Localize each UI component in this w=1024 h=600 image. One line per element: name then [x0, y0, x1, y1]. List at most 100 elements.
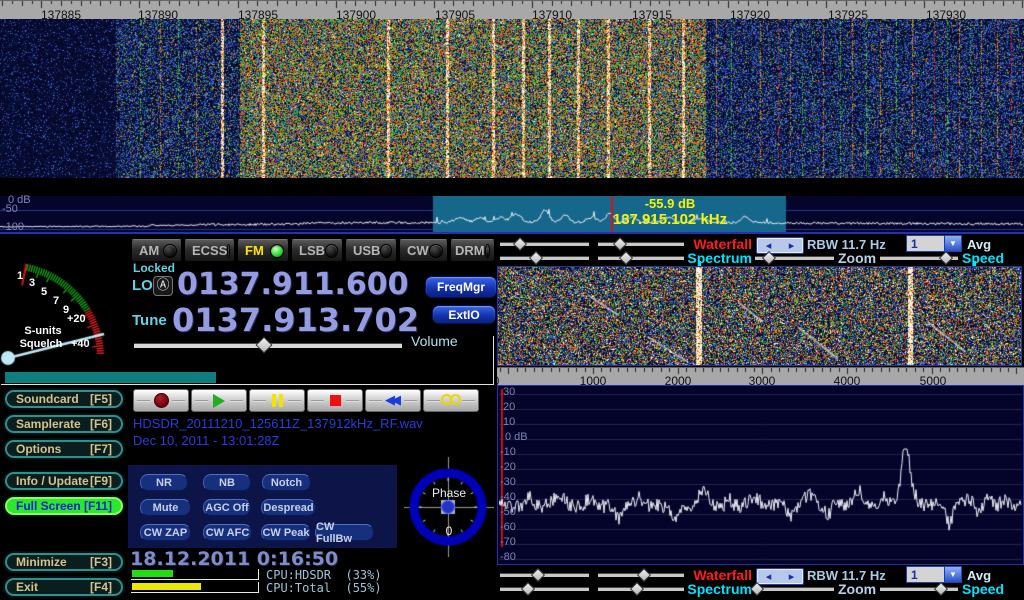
pause-button[interactable] — [249, 389, 305, 412]
fkey-label: [F7] — [90, 442, 112, 456]
zoom-spectrum-display[interactable] — [499, 387, 1022, 563]
top-waterfall-brightness-slider[interactable] — [500, 238, 589, 249]
mute-button[interactable]: Mute — [140, 499, 191, 516]
main-waterfall-display[interactable] — [0, 0, 1024, 178]
main-frequency-scale[interactable]: 137885 137890 137895 137900 137905 13791… — [0, 0, 1024, 19]
nb-button[interactable]: NB — [203, 474, 251, 491]
loop-button[interactable] — [423, 389, 479, 412]
freqmgr-button[interactable]: FreqMgr — [425, 276, 497, 298]
info-update-button[interactable]: Info / Update[F9] — [5, 472, 123, 490]
freq-label: 2000 — [656, 374, 700, 385]
bottom-avg-dropdown[interactable]: 1 ▼ — [906, 566, 962, 583]
top-spectrum-contrast-slider[interactable] — [598, 252, 684, 263]
cw-peak-button[interactable]: CW Peak — [261, 524, 311, 541]
slider-thumb[interactable] — [630, 582, 644, 596]
button-label: Full Screen — [16, 499, 81, 513]
phase-title: Phase — [427, 486, 471, 500]
slider-thumb[interactable] — [637, 568, 651, 582]
slider-thumb[interactable] — [750, 582, 764, 596]
slider-thumb[interactable] — [529, 251, 543, 265]
button-label: Samplerate — [16, 417, 81, 431]
mode-lsb-button[interactable]: LSB — [291, 239, 343, 262]
slider-thumb[interactable] — [762, 251, 776, 265]
mode-fm-button[interactable]: FM — [237, 239, 289, 262]
mode-usb-button[interactable]: USB — [345, 239, 397, 262]
db-axis-label: 30 — [503, 386, 515, 398]
soundcard-button[interactable]: Soundcard[F5] — [5, 390, 123, 408]
cpu-hdsdr-text: CPU:HDSDR (33%) — [266, 568, 382, 582]
slider-thumb[interactable] — [934, 582, 948, 596]
exit-button[interactable]: Exit[F4] — [5, 578, 123, 596]
lo-lock-button[interactable]: Ⓐ — [153, 276, 173, 296]
bottom-speed-slider[interactable] — [880, 583, 958, 594]
notch-button[interactable]: Notch — [262, 474, 311, 491]
dropdown-arrow-icon[interactable]: ▼ — [944, 236, 961, 251]
nr-button[interactable]: NR — [140, 474, 188, 491]
mode-led-icon — [270, 244, 284, 258]
zoom-waterfall-display[interactable] — [498, 267, 1021, 365]
samplerate-button[interactable]: Samplerate [F6] — [5, 415, 123, 433]
lo-frequency-display[interactable]: 0137.911.600 — [177, 267, 409, 302]
spinner-right-arrow-icon[interactable]: ▸ — [789, 570, 795, 583]
top-zoom-label: Zoom — [838, 250, 876, 266]
dropdown-arrow-icon[interactable]: ▼ — [944, 567, 961, 582]
freq-label: 137930 — [918, 8, 974, 19]
mode-ecss-button[interactable]: ECSS — [184, 239, 235, 262]
top-spectrum-brightness-slider[interactable] — [500, 252, 589, 263]
options-button[interactable]: Options[F7] — [5, 440, 123, 458]
stop-button[interactable] — [307, 389, 363, 412]
cw-afc-button[interactable]: CW AFC — [203, 524, 252, 541]
bottom-waterfall-contrast-slider[interactable] — [598, 569, 684, 580]
slider-track — [500, 587, 589, 591]
squelch-level-bar[interactable] — [5, 372, 216, 383]
slider-thumb[interactable] — [513, 237, 527, 251]
cpu-total-bar — [131, 582, 259, 593]
cpu-hdsdr-bar — [131, 569, 259, 580]
cw-fullbw-button[interactable]: CW FullBw — [315, 524, 374, 541]
freq-label: 5000 — [911, 374, 955, 385]
rewind-button[interactable]: ◀◀ — [365, 389, 421, 412]
tune-frequency-display[interactable]: 0137.913.702 — [172, 301, 419, 339]
fkey-label: [F6] — [90, 417, 112, 431]
slider-thumb[interactable] — [521, 582, 535, 596]
dropdown-value: 1 — [907, 567, 944, 582]
dropdown-value: 1 — [907, 236, 944, 251]
button-label: Minimize — [16, 555, 67, 569]
bottom-spectrum-contrast-slider[interactable] — [598, 583, 684, 594]
main-spectrum-trace — [0, 196, 1024, 232]
bottom-zoom-slider[interactable] — [755, 583, 834, 594]
top-waterfall-contrast-slider[interactable] — [598, 238, 684, 249]
mode-drm-button[interactable]: DRM — [450, 239, 495, 262]
fkey-label: [F11] — [84, 499, 112, 513]
mode-am-button[interactable]: AM — [131, 239, 182, 262]
extio-button[interactable]: ExtIO — [432, 305, 496, 324]
slider-thumb[interactable] — [619, 251, 633, 265]
spinner-left-arrow-icon[interactable]: ◂ — [766, 570, 772, 583]
top-speed-slider[interactable] — [880, 252, 958, 263]
cw-zap-button[interactable]: CW ZAP — [140, 524, 191, 541]
top-avg-dropdown[interactable]: 1 ▼ — [906, 235, 962, 252]
db-axis-label: 20 — [503, 401, 515, 413]
db-axis-label: -50 — [2, 203, 18, 215]
volume-slider[interactable] — [134, 339, 402, 350]
slider-thumb[interactable] — [613, 237, 627, 251]
top-zoom-slider[interactable] — [755, 252, 834, 263]
bottom-spectrum-brightness-slider[interactable] — [500, 583, 589, 594]
mode-label: DRM — [455, 243, 485, 258]
fullscreen-button[interactable]: Full Screen[F11] — [5, 497, 123, 515]
despread-button[interactable]: Despread — [261, 499, 316, 516]
slider-thumb[interactable] — [938, 251, 952, 265]
main-spectrum-display[interactable] — [0, 196, 1024, 234]
spinner-right-arrow-icon[interactable]: ▸ — [789, 239, 795, 252]
signal-level-readout: -55.9 dB — [580, 196, 760, 211]
agc-button[interactable]: AGC Off — [203, 499, 251, 516]
minimize-button[interactable]: Minimize[F3] — [5, 553, 123, 571]
play-button[interactable] — [191, 389, 247, 412]
zoom-frequency-scale[interactable]: 0 1000 2000 3000 4000 5000 — [497, 367, 1024, 385]
bottom-waterfall-brightness-slider[interactable] — [500, 569, 589, 580]
mode-cw-button[interactable]: CW — [399, 239, 448, 262]
record-button[interactable] — [133, 389, 189, 412]
mode-label: USB — [353, 243, 380, 258]
slider-thumb[interactable] — [531, 568, 545, 582]
freq-label: 137890 — [130, 8, 186, 19]
